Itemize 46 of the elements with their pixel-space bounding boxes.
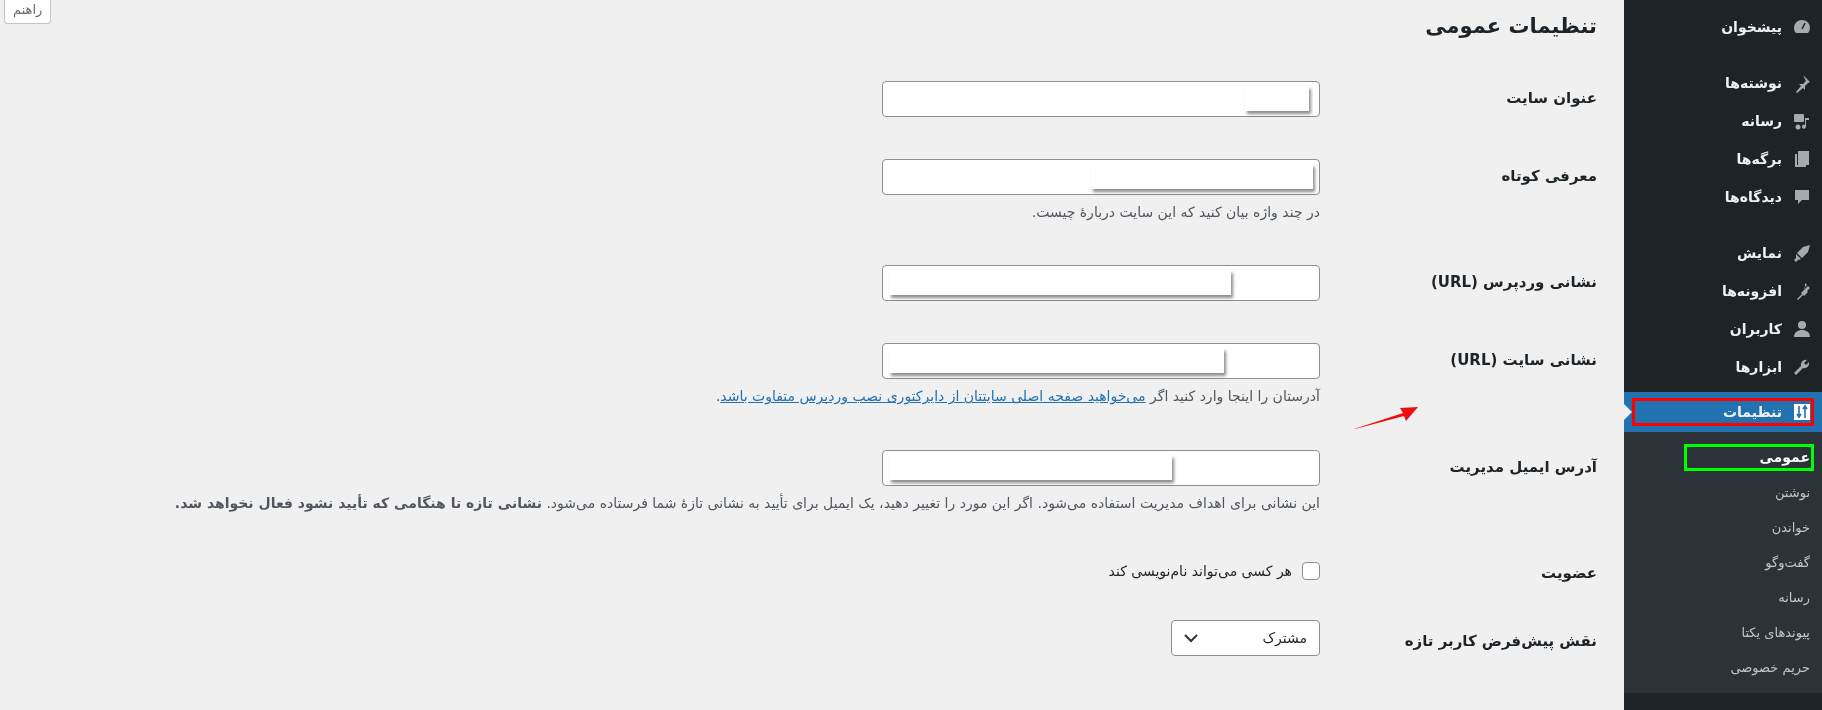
field-label: آدرس ایمیل مدیریت (1449, 456, 1597, 476)
field-label: نشانی وردپرس (URL) (1430, 272, 1597, 292)
chevron-icon (1184, 633, 1198, 643)
submenu-item[interactable]: عمومی (1624, 440, 1822, 475)
field-label: معرفی کوتاه (1501, 166, 1597, 185)
menu-item[interactable]: پیشخوان (1624, 8, 1822, 46)
brush-icon (1792, 243, 1812, 263)
field-label: نقش پیش‌فرض کاربر تازه (1404, 631, 1597, 651)
help-text: آدرستان را اینجا وارد کنید اگر می‌خواهید صفحه اصلی سایتتان از دایرکتوری نصب وردپرس متفاوت باشد. (714, 387, 1320, 407)
submenu-item[interactable]: نوشتن (1624, 475, 1822, 510)
select-field[interactable]: مشترک (1171, 620, 1320, 657)
user-icon (1792, 319, 1812, 339)
field-label: عنوان سایت (1506, 88, 1597, 107)
help-link[interactable]: می‌خواهید صفحه اصلی سایتتان از دایرکتوری نصب وردپرس متفاوت باشد (720, 388, 1146, 405)
wrench-icon (1792, 357, 1812, 377)
media-icon (1792, 111, 1812, 131)
menu-item[interactable]: کاربران (1624, 310, 1822, 348)
submenu-item[interactable]: گفت‌وگو (1624, 545, 1822, 580)
checkbox[interactable] (1302, 562, 1320, 581)
submenu-item[interactable]: خواندن (1624, 510, 1822, 545)
menu-item[interactable]: ابزارها (1624, 348, 1822, 386)
field-label: نشانی سایت (URL) (1450, 350, 1597, 370)
menu-item[interactable]: رسانه (1624, 102, 1822, 140)
menu-item[interactable]: نمایش (1624, 234, 1822, 272)
text-field[interactable] (882, 159, 1320, 195)
text-field[interactable] (882, 343, 1320, 380)
submenu-item[interactable]: پیوندهای یکتا (1624, 615, 1822, 650)
menu-item[interactable]: تنظیمات (1624, 392, 1822, 432)
menu-item[interactable]: افزونه‌ها (1624, 272, 1822, 310)
sliders-icon (1792, 402, 1812, 422)
submenu-item[interactable]: رسانه (1624, 580, 1822, 615)
comment-icon (1792, 187, 1812, 207)
pages-icon (1792, 149, 1812, 169)
menu-item[interactable]: نوشته‌ها (1624, 64, 1822, 102)
page-title: تنظیمات عمومی (1425, 14, 1597, 38)
help-text: در چند واژه بیان کنید که این سایت دربارهٔ چیست. (1030, 203, 1320, 223)
text-field[interactable] (882, 81, 1320, 117)
help-button[interactable]: راهنم (4, 0, 52, 24)
text-field[interactable] (882, 265, 1320, 302)
field-label: عضویت (1541, 563, 1597, 583)
menu-item[interactable]: برگه‌ها (1624, 140, 1822, 178)
submenu-item[interactable]: حریم خصوصی (1624, 650, 1822, 685)
menu-item[interactable]: دیدگاه‌ها (1624, 178, 1822, 216)
text-field[interactable] (882, 449, 1320, 486)
help-text: این نشانی برای اهداف مدیریت استفاده می‌شود. اگر این مورد را تغییر دهید، یک ایمیل برای تأیید به نشانی تازهٔ شما فرستاده می‌شود. نشانی تازه تا هنگامی که تأیید نشود فعال نخواهد شد. (173, 492, 1320, 514)
checkbox-label: هر کسی می‌تواند نام‌نویسی کند (1108, 563, 1292, 580)
